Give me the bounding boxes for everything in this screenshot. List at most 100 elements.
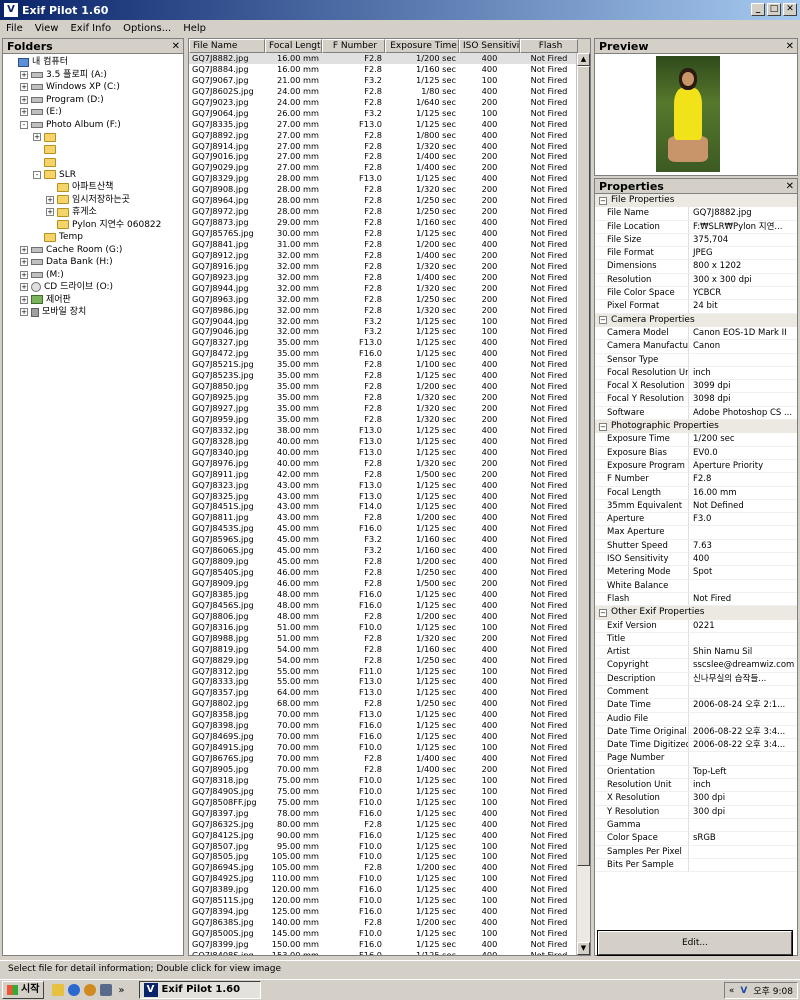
column-flash[interactable]: Flash	[520, 39, 578, 53]
table-row[interactable]: GQ7J8398.jpg 70.00 mm F16.0 1/125 sec 400 Not…	[189, 720, 578, 731]
table-row[interactable]: GQ7J8806.jpg 48.00 mm F2.8 1/200 sec 400 Not …	[189, 611, 578, 622]
property-row[interactable]: Date Time 2006-08-24 오후 2:1...	[595, 699, 797, 713]
folder-tree-item[interactable]: - Photo Album (F:)	[3, 119, 183, 132]
close-button[interactable]: ✕	[783, 3, 797, 16]
taskbar-item-exif-pilot[interactable]: V Exif Pilot 1.60	[138, 981, 261, 999]
column-focal-length[interactable]: Focal Length	[265, 39, 322, 53]
property-group-header[interactable]: − Other Exif Properties	[595, 606, 797, 620]
table-row[interactable]: GQ7J8606S.jpg 45.00 mm F3.2 1/160 sec 400 Not…	[189, 545, 578, 556]
table-row[interactable]: GQ7J8511S.jpg 120.00 mm F10.0 1/125 sec 100 N…	[189, 895, 578, 906]
property-row[interactable]: F Number F2.8	[595, 473, 797, 487]
table-row[interactable]: GQ7J8505.jpg 105.00 mm F10.0 1/125 sec 100 No…	[189, 851, 578, 862]
folder-tree-item[interactable]: + (M:)	[3, 269, 183, 282]
table-row[interactable]: GQ7J8329.jpg 28.00 mm F13.0 1/125 sec 400 Not…	[189, 173, 578, 184]
table-row[interactable]: GQ7J8912.jpg 32.00 mm F2.8 1/400 sec 200 Not …	[189, 250, 578, 261]
property-row[interactable]: 35mm Equivalent Not Defined	[595, 499, 797, 514]
table-row[interactable]: GQ7J8850.jpg 35.00 mm F2.8 1/200 sec 400 Not …	[189, 381, 578, 392]
table-row[interactable]: GQ7J9044.jpg 32.00 mm F3.2 1/125 sec 100 Not …	[189, 316, 578, 327]
table-row[interactable]: GQ7J9064.jpg 26.00 mm F3.2 1/125 sec 100 Not …	[189, 108, 578, 119]
scroll-up-icon[interactable]: ▲	[577, 53, 590, 66]
media-player-icon[interactable]	[84, 984, 97, 996]
column-f-number[interactable]: F Number	[322, 39, 385, 53]
property-row[interactable]: Bits Per Sample	[595, 858, 797, 873]
property-row[interactable]: File Location F:₩SLR₩Pylon 지연...	[595, 220, 797, 234]
property-row[interactable]: Y Resolution 300 dpi	[595, 805, 797, 819]
property-row[interactable]: File Name GQ7J8882.jpg	[595, 207, 797, 221]
property-row[interactable]: Samples Per Pixel	[595, 845, 797, 859]
desktop-icon[interactable]	[100, 984, 113, 996]
property-row[interactable]: ISO Sensitivity 400	[595, 553, 797, 567]
expand-toggle-icon[interactable]: +	[20, 283, 28, 292]
close-icon[interactable]: ✕	[172, 39, 180, 54]
table-row[interactable]: GQ7J8986.jpg 32.00 mm F2.8 1/320 sec 200 Not …	[189, 305, 578, 316]
table-row[interactable]: GQ7J8523S.jpg 35.00 mm F2.8 1/125 sec 400 Not…	[189, 370, 578, 381]
table-row[interactable]: GQ7J9016.jpg 27.00 mm F2.8 1/400 sec 200 Not …	[189, 151, 578, 162]
expand-toggle-icon[interactable]: +	[46, 195, 54, 204]
table-row[interactable]: GQ7J8884.jpg 16.00 mm F2.8 1/160 sec 400 Not …	[189, 64, 578, 75]
folder-tree-item[interactable]: + Cache Room (G:)	[3, 244, 183, 257]
property-row[interactable]: Resolution 300 x 300 dpi	[595, 273, 797, 288]
expand-toggle-icon[interactable]: +	[20, 108, 28, 117]
folder-tree-item[interactable]: Pylon 지연수 060822	[3, 219, 183, 232]
folder-tree-item[interactable]: 내 컴퓨터	[3, 56, 183, 69]
table-row[interactable]: GQ7J8397.jpg 78.00 mm F16.0 1/125 sec 400 Not…	[189, 808, 578, 819]
property-row[interactable]: Date Time Digitized 2006-08-22 오후 3:4...	[595, 739, 797, 753]
table-row[interactable]: GQ7J8332.jpg 38.00 mm F13.0 1/125 sec 400 Not…	[189, 425, 578, 436]
expand-toggle-icon[interactable]: +	[33, 133, 41, 142]
table-row[interactable]: GQ7J8394.jpg 125.00 mm F16.0 1/125 sec 400 No…	[189, 906, 578, 917]
property-row[interactable]: Gamma	[595, 818, 797, 833]
property-row[interactable]: Copyright sscslee@dreamwiz.com	[595, 659, 797, 673]
expand-toggle-icon[interactable]: +	[20, 83, 28, 92]
table-row[interactable]: GQ7J8972.jpg 28.00 mm F2.8 1/250 sec 200 Not …	[189, 206, 578, 217]
property-row[interactable]: Exposure Program Aperture Priority	[595, 459, 797, 474]
table-row[interactable]: GQ7J8882.jpg 16.00 mm F2.8 1/200 sec 400 Not …	[189, 53, 578, 64]
table-row[interactable]: GQ7J8911.jpg 42.00 mm F2.8 1/500 sec 200 Not …	[189, 469, 578, 480]
property-row[interactable]: Exposure Bias EV0.0	[595, 446, 797, 460]
table-row[interactable]: GQ7J8829.jpg 54.00 mm F2.8 1/250 sec 400 Not …	[189, 655, 578, 666]
table-row[interactable]: GQ7J8873.jpg 29.00 mm F2.8 1/160 sec 400 Not …	[189, 217, 578, 228]
table-row[interactable]: GQ7J9029.jpg 27.00 mm F2.8 1/400 sec 200 Not …	[189, 162, 578, 173]
table-row[interactable]: GQ7J8809.jpg 45.00 mm F2.8 1/200 sec 400 Not …	[189, 556, 578, 567]
folder-tree-item[interactable]: +3.5 플로피 (A:)	[3, 69, 183, 82]
property-group-header[interactable]: − File Properties	[595, 194, 797, 208]
property-row[interactable]: Date Time Original 2006-08-22 오후 3:4...	[595, 725, 797, 740]
property-row[interactable]: Audio File	[595, 712, 797, 726]
table-row[interactable]: GQ7J8507.jpg 95.00 mm F10.0 1/125 sec 100 Not…	[189, 841, 578, 852]
folder-tree-item[interactable]: + 제어판	[3, 294, 183, 307]
expand-toggle-icon[interactable]: +	[20, 270, 28, 279]
folder-tree-item[interactable]: + Program (D:)	[3, 94, 183, 107]
folder-tree-item[interactable]: 아파트산책	[3, 181, 183, 194]
property-row[interactable]: Description 신나무실의 습작들...	[595, 672, 797, 686]
minimize-button[interactable]: _	[751, 3, 765, 16]
preview-image[interactable]	[656, 56, 720, 172]
table-row[interactable]: GQ7J8312.jpg 55.00 mm F11.0 1/125 sec 100 Not…	[189, 666, 578, 677]
column-file-name[interactable]: File Name	[189, 39, 265, 53]
table-row[interactable]: GQ7J8892.jpg 27.00 mm F2.8 1/800 sec 400 Not …	[189, 130, 578, 141]
folder-tree-item[interactable]: Temp	[3, 231, 183, 244]
table-row[interactable]: GQ7J8389.jpg 120.00 mm F16.0 1/125 sec 400 No…	[189, 884, 578, 895]
table-row[interactable]: GQ7J8802.jpg 68.00 mm F2.8 1/250 sec 400 Not …	[189, 698, 578, 709]
property-row[interactable]: Sensor Type	[595, 353, 797, 367]
expand-toggle-icon[interactable]: +	[20, 258, 28, 267]
folder-icon[interactable]	[52, 984, 65, 996]
table-row[interactable]: GQ7J8316.jpg 51.00 mm F10.0 1/125 sec 100 Not…	[189, 622, 578, 633]
expand-toggle-icon[interactable]: +	[20, 70, 28, 79]
table-row[interactable]: GQ7J8469S.jpg 70.00 mm F16.0 1/125 sec 400 No…	[189, 731, 578, 742]
table-row[interactable]: GQ7J8357.jpg 64.00 mm F13.0 1/125 sec 400 Not…	[189, 687, 578, 698]
table-row[interactable]: GQ7J8521S.jpg 35.00 mm F2.8 1/100 sec 400 Not…	[189, 359, 578, 370]
folder-tree-item[interactable]: + Windows XP (C:)	[3, 81, 183, 94]
table-row[interactable]: GQ7J8923.jpg 32.00 mm F2.8 1/400 sec 200 Not …	[189, 272, 578, 283]
collapse-icon[interactable]: −	[599, 196, 607, 205]
collapse-icon[interactable]: −	[599, 608, 607, 617]
property-row[interactable]: Resolution Unit inch	[595, 779, 797, 793]
table-row[interactable]: GQ7J8841.jpg 31.00 mm F2.8 1/200 sec 400 Not …	[189, 239, 578, 250]
menu-exif-info[interactable]: Exif Info	[64, 23, 117, 34]
property-row[interactable]: Comment	[595, 685, 797, 700]
table-row[interactable]: GQ7J8944.jpg 32.00 mm F2.8 1/320 sec 200 Not …	[189, 283, 578, 294]
table-row[interactable]: GQ7J8333.jpg 55.00 mm F13.0 1/125 sec 400 Not…	[189, 676, 578, 687]
clock[interactable]: 오후 9:08	[753, 984, 793, 997]
folder-tree-item[interactable]	[3, 144, 183, 157]
table-row[interactable]: GQ7J8385.jpg 48.00 mm F16.0 1/125 sec 400 Not…	[189, 589, 578, 600]
table-row[interactable]: GQ7J8456S.jpg 48.00 mm F16.0 1/125 sec 400 No…	[189, 600, 578, 611]
table-row[interactable]: GQ7J8925.jpg 35.00 mm F2.8 1/320 sec 200 Not …	[189, 392, 578, 403]
